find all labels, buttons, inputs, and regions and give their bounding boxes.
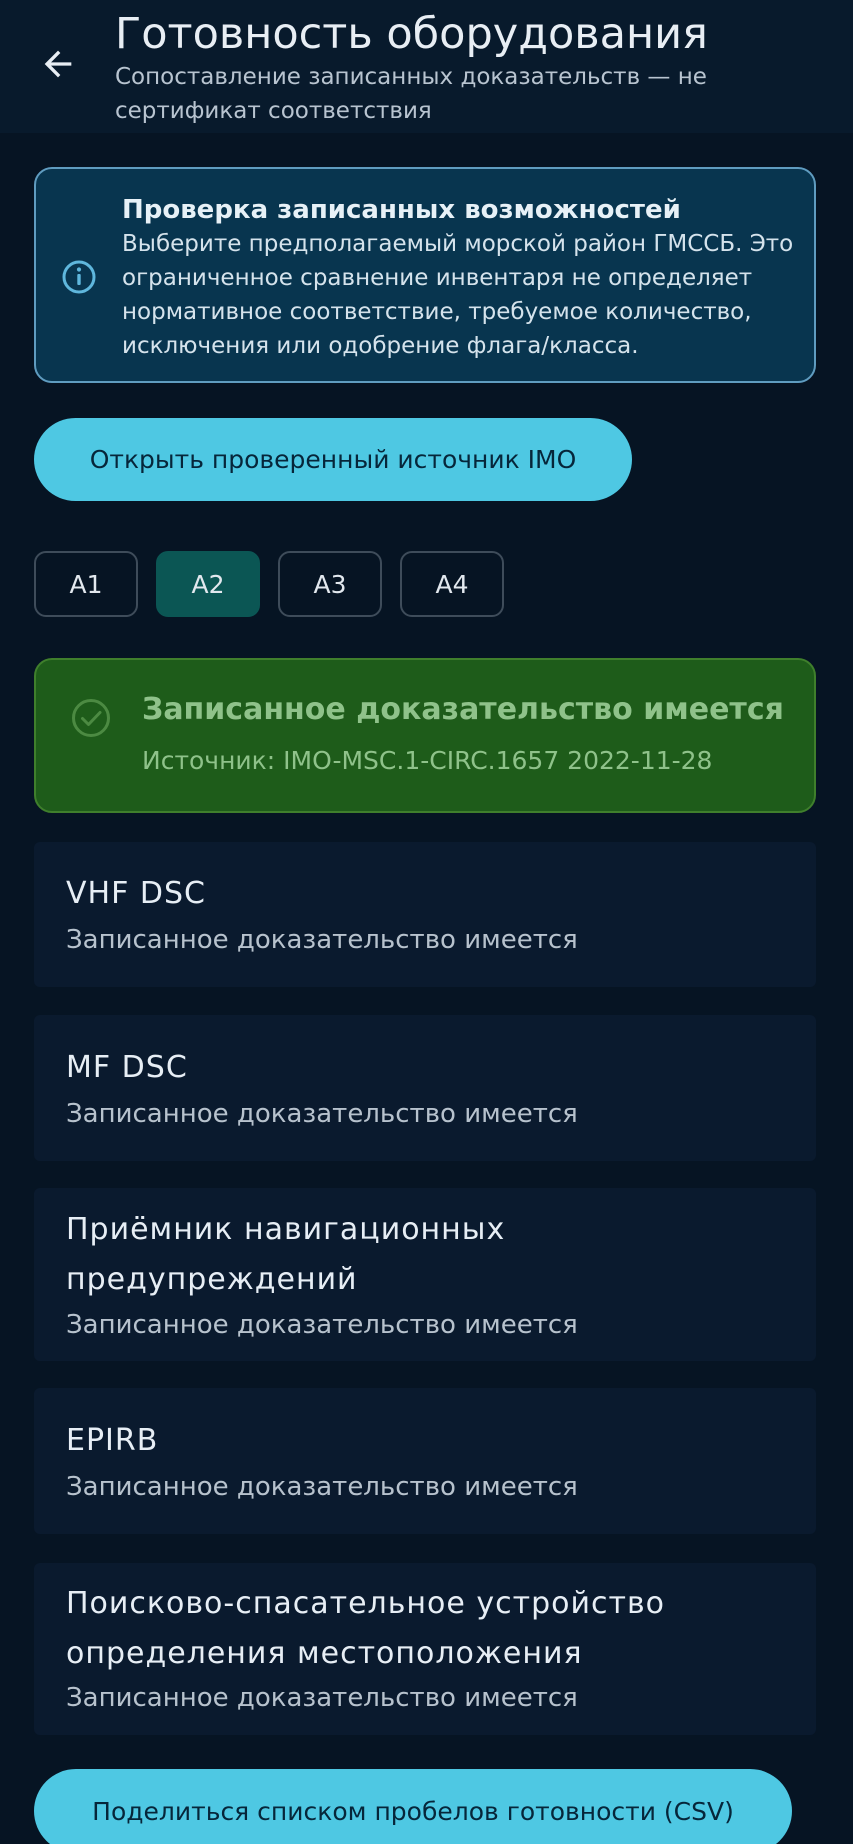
check-circle-icon	[72, 699, 110, 737]
page-subtitle: Сопоставление записанных доказательств —…	[115, 64, 707, 124]
equipment-status: Записанное доказательство имеется	[66, 1310, 578, 1340]
equipment-name: Поисково-спасательное устройство определ…	[66, 1586, 665, 1671]
app-bar: Готовность оборудования Сопоставление за…	[0, 0, 853, 133]
equipment-readiness-screen: Готовность оборудования Сопоставление за…	[0, 0, 853, 1844]
equipment-item-sart[interactable]: Поисково-спасательное устройство определ…	[34, 1563, 816, 1735]
area-chip-a4[interactable]: A4	[400, 551, 504, 617]
readiness-status-card: Записанное доказательство имеется Источн…	[34, 658, 816, 813]
page-title: Готовность оборудования	[115, 9, 708, 59]
equipment-item-navtex-receiver[interactable]: Приёмник навигационных предупреждений За…	[34, 1188, 816, 1361]
equipment-name: Приёмник навигационных предупреждений	[66, 1212, 506, 1297]
equipment-name: VHF DSC	[66, 876, 206, 911]
equipment-name: EPIRB	[66, 1423, 159, 1458]
info-icon	[62, 260, 96, 294]
equipment-item-mf-dsc[interactable]: MF DSC Записанное доказательство имеется	[34, 1015, 816, 1161]
area-chip-a3[interactable]: A3	[278, 551, 382, 617]
equipment-status: Записанное доказательство имеется	[66, 925, 578, 955]
arrow-back-icon	[44, 50, 72, 78]
area-chip-a1[interactable]: A1	[34, 551, 138, 617]
info-card: Проверка записанных возможностей Выберит…	[34, 167, 816, 383]
equipment-item-vhf-dsc[interactable]: VHF DSC Записанное доказательство имеетс…	[34, 842, 816, 987]
equipment-status: Записанное доказательство имеется	[66, 1099, 578, 1129]
info-body: Выберите предполагаемый морской район ГМ…	[122, 231, 794, 359]
info-title: Проверка записанных возможностей	[122, 195, 681, 225]
area-chip-a2[interactable]: A2	[156, 551, 260, 617]
status-source: Источник: IMO-MSC.1-CIRC.1657 2022-11-28	[142, 746, 713, 775]
share-readiness-gaps-csv-button[interactable]: Поделиться списком пробелов готовности (…	[34, 1769, 792, 1844]
open-imo-source-button[interactable]: Открыть проверенный источник IMO	[34, 418, 632, 501]
equipment-name: MF DSC	[66, 1050, 188, 1085]
equipment-item-epirb[interactable]: EPIRB Записанное доказательство имеется	[34, 1388, 816, 1534]
status-title: Записанное доказательство имеется	[142, 692, 784, 727]
back-button[interactable]	[30, 36, 86, 92]
equipment-status: Записанное доказательство имеется	[66, 1683, 578, 1713]
equipment-status: Записанное доказательство имеется	[66, 1472, 578, 1502]
